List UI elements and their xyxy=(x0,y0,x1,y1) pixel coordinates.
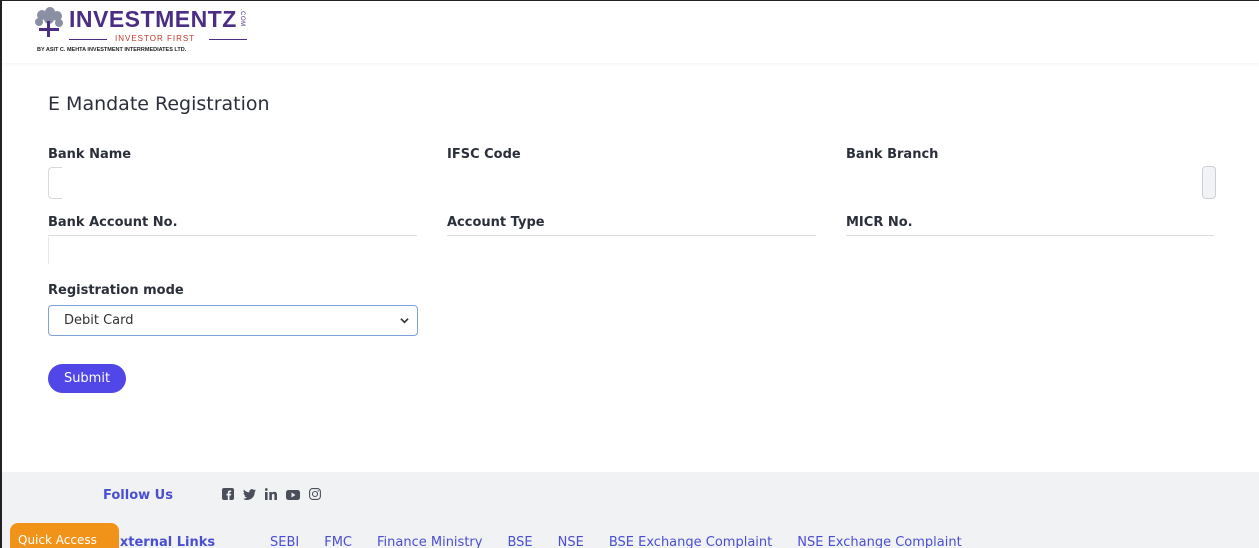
instagram-icon[interactable] xyxy=(309,488,321,503)
bank-name-label: Bank Name xyxy=(48,147,132,162)
tree-logo-icon xyxy=(35,7,63,37)
account-type-label: Account Type xyxy=(447,215,545,230)
link-bse-exchange-complaint[interactable]: BSE Exchange Complaint xyxy=(609,535,772,548)
brand-tagline: INVESTOR FIRST xyxy=(115,34,196,43)
facebook-icon[interactable] xyxy=(222,488,234,503)
tagline-rule-right xyxy=(209,39,247,40)
investmentz-logo[interactable]: INVESTMENTZ .COM INVESTOR FIRST BY ASIT … xyxy=(32,6,252,57)
external-links: SEBI FMC Finance Ministry BSE NSE BSE Ex… xyxy=(270,535,987,548)
registration-mode-label: Registration mode xyxy=(48,283,184,298)
social-icons xyxy=(222,488,321,503)
submit-button[interactable]: Submit xyxy=(48,364,126,393)
link-fmc[interactable]: FMC xyxy=(324,535,352,548)
brand-com: .COM xyxy=(239,9,245,27)
bank-name-input[interactable] xyxy=(48,167,62,199)
follow-us-label: Follow Us xyxy=(103,488,173,503)
site-header: INVESTMENTZ .COM INVESTOR FIRST BY ASIT … xyxy=(2,1,1259,63)
youtube-icon[interactable] xyxy=(286,489,300,503)
ifsc-code-label: IFSC Code xyxy=(447,147,521,162)
registration-mode-select[interactable]: Debit Card xyxy=(48,305,418,336)
quick-access-button[interactable]: Quick Access xyxy=(10,523,119,548)
link-finance-ministry[interactable]: Finance Ministry xyxy=(377,535,482,548)
bank-branch-input[interactable] xyxy=(1202,166,1216,199)
registration-mode-value: Debit Card xyxy=(64,313,134,328)
link-nse[interactable]: NSE xyxy=(558,535,584,548)
bank-branch-label: Bank Branch xyxy=(846,147,939,162)
account-type-field[interactable] xyxy=(447,235,816,236)
twitter-icon[interactable] xyxy=(243,488,256,503)
chevron-down-icon xyxy=(400,318,409,324)
link-sebi[interactable]: SEBI xyxy=(270,535,299,548)
page-title: E Mandate Registration xyxy=(48,93,270,115)
linkedin-icon[interactable] xyxy=(264,488,277,503)
micr-no-field[interactable] xyxy=(846,235,1214,236)
bank-account-no-label: Bank Account No. xyxy=(48,215,178,230)
link-nse-exchange-complaint[interactable]: NSE Exchange Complaint xyxy=(797,535,961,548)
site-footer: Follow Us External Links SEBI FMC Financ… xyxy=(2,472,1259,548)
link-bse[interactable]: BSE xyxy=(507,535,532,548)
brand-by-line: BY ASIT C. MEHTA INVESTMENT INTERRMEDIAT… xyxy=(37,47,187,53)
bank-account-no-input[interactable] xyxy=(48,237,49,264)
brand-name: INVESTMENTZ xyxy=(69,6,237,32)
brand-tagline-row: INVESTOR FIRST xyxy=(69,34,247,44)
tagline-rule-left xyxy=(69,39,107,40)
external-links-label: External Links xyxy=(111,535,216,548)
bank-account-no-underline xyxy=(48,235,417,236)
micr-no-label: MICR No. xyxy=(846,215,913,230)
